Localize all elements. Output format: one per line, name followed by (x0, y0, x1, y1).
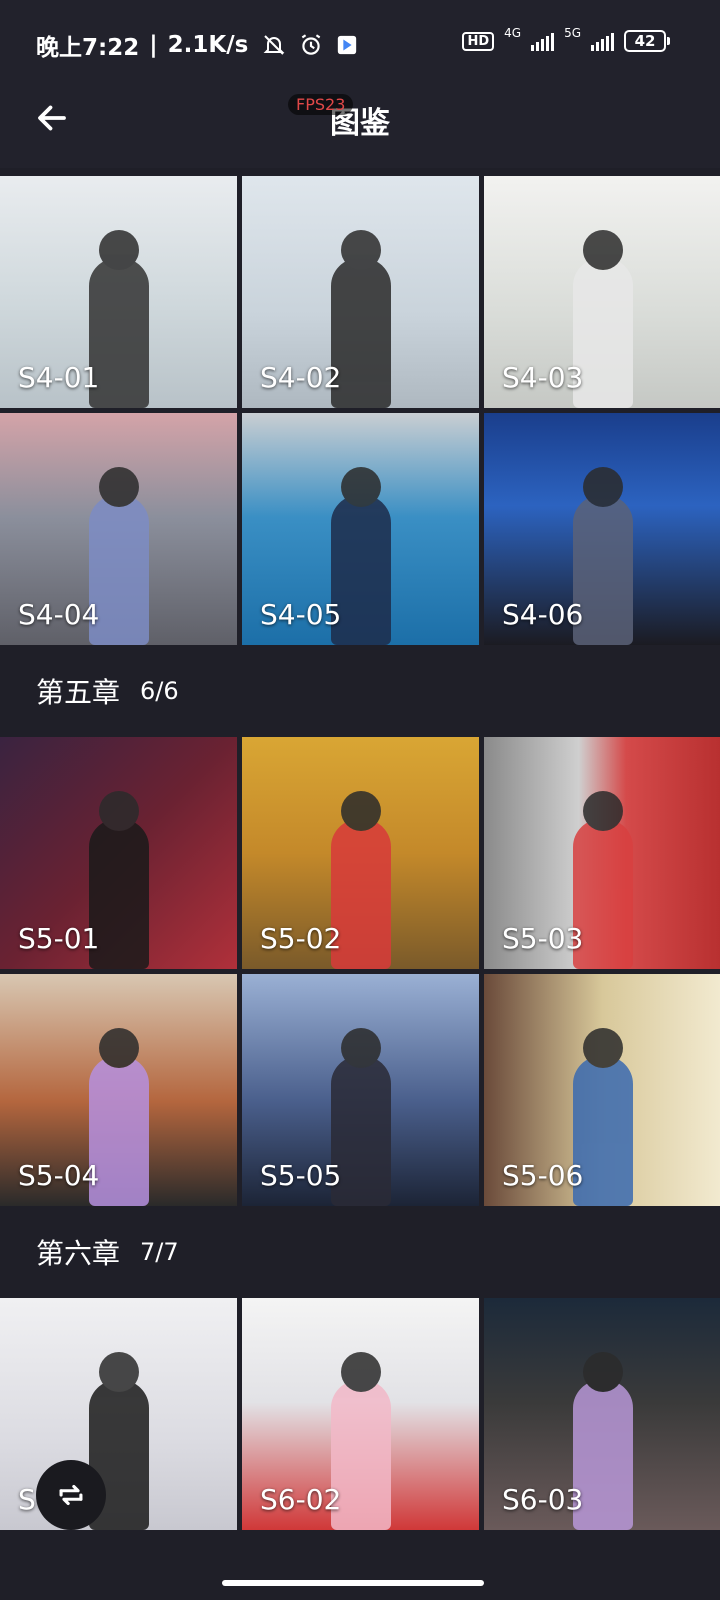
character-head (98, 1028, 139, 1068)
character-head (582, 1028, 623, 1068)
character-head (582, 230, 623, 270)
fps-overlay: FPS23 (288, 94, 354, 115)
character-head (582, 1352, 623, 1392)
status-divider: | (149, 32, 158, 58)
gallery-tile[interactable]: S5-04 (0, 974, 237, 1206)
alarm-icon (302, 34, 321, 55)
tile-label: S4-05 (260, 598, 342, 631)
gallery-tile[interactable]: S6-03 (484, 1298, 720, 1530)
character-head (98, 791, 139, 831)
status-right: HD 4G 5G 42 (462, 26, 670, 52)
section-count: 7/7 (140, 1238, 179, 1266)
page-title: 图鉴 (330, 106, 390, 141)
tile-label: S5-06 (502, 1159, 584, 1192)
tile-label: S4-01 (18, 361, 100, 394)
status-speed: 2.1K/s (167, 32, 249, 58)
tile-label: S5-02 (260, 922, 342, 955)
section-header: 第六章 7/7 (0, 1206, 720, 1298)
gallery-tile[interactable]: S4-01 (0, 176, 237, 408)
swap-icon (59, 1484, 83, 1506)
swap-button[interactable] (36, 1460, 106, 1530)
gallery-tile[interactable]: S5-05 (242, 974, 479, 1206)
gallery-tile[interactable]: S4-06 (484, 413, 720, 645)
character-head (98, 1352, 139, 1392)
gallery-grid: S4-01 S4-02 S4-03 S4-04 S4-05 S4-06 (0, 176, 720, 645)
status-left: 晚上7:22 | 2.1K/s (36, 28, 358, 62)
tile-label: S4-06 (502, 598, 584, 631)
character-head (582, 791, 623, 831)
gallery-grid: S5-01 S5-02 S5-03 S5-04 S5-05 S5-06 (0, 737, 720, 1206)
character-head (340, 1028, 381, 1068)
gallery-content: S4-01 S4-02 S4-03 S4-04 S4-05 S4-06 第五章 6/6 S5-0… (0, 176, 720, 1530)
character-head (582, 467, 623, 507)
play-store-icon (338, 35, 357, 55)
gallery-tile[interactable]: S4-05 (242, 413, 479, 645)
tile-label: S5-05 (260, 1159, 342, 1192)
hd-badge: HD (462, 31, 495, 51)
gallery-tile[interactable]: S4-02 (242, 176, 479, 408)
character-head (98, 230, 139, 270)
network-4g: 4G (504, 26, 522, 40)
character-head (340, 230, 381, 270)
section-title: 第五章 (36, 676, 121, 709)
signal-icon (591, 31, 614, 51)
gallery-grid: S6-01S6-02S6-03 (0, 1298, 720, 1530)
character-head (340, 791, 381, 831)
character-head (340, 467, 381, 507)
character-head (98, 467, 139, 507)
tile-label: S5-01 (18, 922, 100, 955)
bell-muted-icon (263, 35, 285, 55)
gallery-tile[interactable]: S5-03 (484, 737, 720, 969)
home-indicator[interactable] (222, 1580, 484, 1586)
gallery-tile[interactable]: S5-06 (484, 974, 720, 1206)
gallery-tile[interactable]: S5-01 (0, 737, 237, 969)
status-icons (262, 32, 358, 58)
tile-label: S4-02 (260, 361, 342, 394)
signal-icon (531, 31, 555, 51)
gallery-tile[interactable]: S6-02 (242, 1298, 479, 1530)
tile-label: S5-03 (502, 922, 584, 955)
battery-level: 42 (624, 30, 666, 52)
tile-label: S4-03 (502, 361, 584, 394)
section-header: 第五章 6/6 (0, 645, 720, 737)
status-time: 晚上7:22 (36, 35, 140, 61)
gallery-tile[interactable]: S5-02 (242, 737, 479, 969)
network-5g: 5G (564, 26, 581, 40)
battery-tip (667, 37, 670, 45)
section-title: 第六章 (36, 1237, 121, 1270)
gallery-tile[interactable]: S4-04 (0, 413, 237, 645)
gallery-tile[interactable]: S4-03 (484, 176, 720, 408)
tile-label: S6-02 (260, 1483, 342, 1516)
tile-label: S6-03 (502, 1483, 584, 1516)
section-count: 6/6 (140, 677, 179, 705)
character-head (340, 1352, 381, 1392)
tile-label: S4-04 (18, 598, 100, 631)
app-bar: 图鉴 FPS23 (0, 88, 720, 168)
battery-icon: 42 (624, 30, 670, 52)
tile-label: S5-04 (18, 1159, 100, 1192)
status-bar: 晚上7:22 | 2.1K/s HD 4G 5G 42 (0, 0, 720, 88)
